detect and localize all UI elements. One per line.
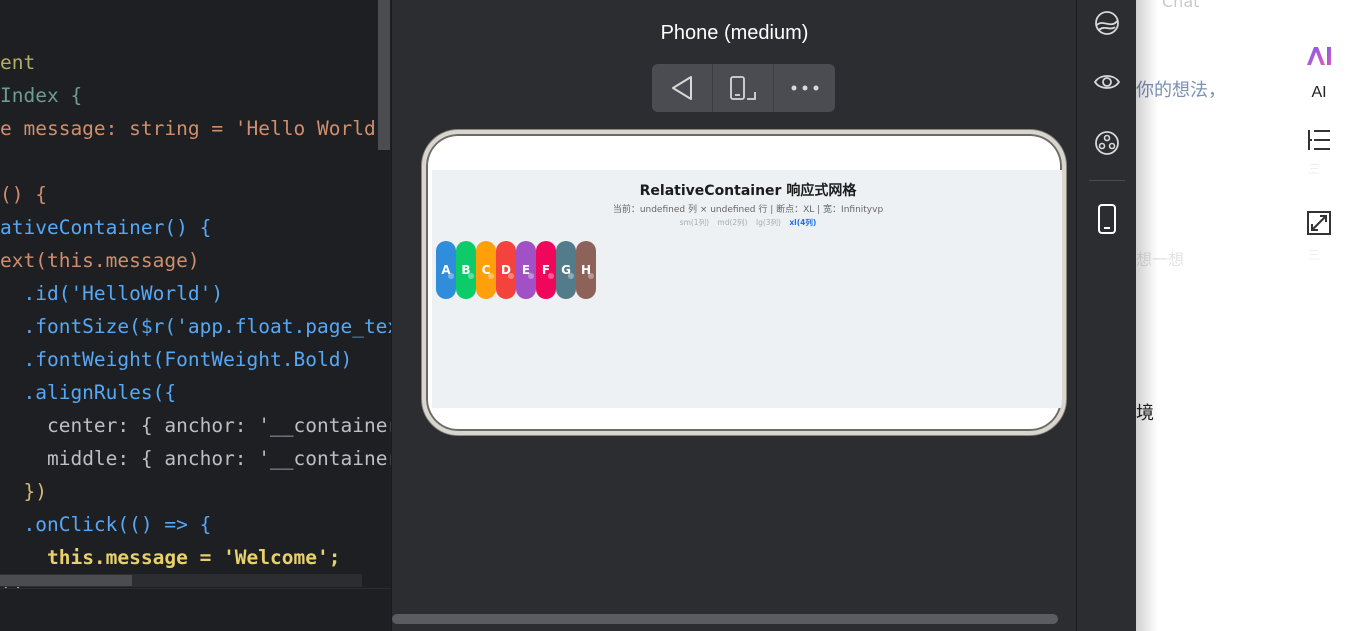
- phone-preview-button[interactable]: [1090, 202, 1124, 236]
- grid-item-a[interactable]: A: [436, 241, 456, 299]
- breakpoint-xl: xl(4列): [789, 218, 817, 227]
- grid-item-f[interactable]: F: [536, 241, 556, 299]
- code-line-4[interactable]: [0, 145, 391, 178]
- agent-icon: [1095, 131, 1119, 155]
- right-tool-strip: [1076, 0, 1136, 631]
- grid-item-dot: [508, 273, 514, 279]
- phone-frame: RelativeContainer 响应式网格 当前：undefined 列 ×…: [422, 130, 1066, 435]
- code-line-2[interactable]: Index {: [0, 79, 391, 112]
- code-line-9[interactable]: .fontSize($r('app.float.page_tex: [0, 310, 391, 343]
- code-line-3[interactable]: e message: string = 'Hello World': [0, 112, 391, 145]
- grid-item-dot: [548, 273, 554, 279]
- code-line-10[interactable]: .fontWeight(FontWeight.Bold): [0, 343, 391, 376]
- grid-item-g[interactable]: G: [556, 241, 576, 299]
- grid-item-d[interactable]: D: [496, 241, 516, 299]
- grid-item-dot: [588, 273, 594, 279]
- grid-item-dot: [468, 273, 474, 279]
- breakpoint-md: md(2列): [717, 218, 748, 227]
- code-line-1[interactable]: ent: [0, 46, 391, 79]
- ai-logo-icon: [1307, 47, 1331, 65]
- ai-button-label[interactable]: AI: [1299, 84, 1339, 102]
- rotate-device-icon: [730, 76, 756, 100]
- app-title: RelativeContainer 响应式网格: [639, 183, 857, 199]
- code-editor[interactable]: ent Index { e message: string = 'Hello W…: [0, 0, 391, 631]
- previewer-horizontal-scrollbar[interactable]: [392, 614, 1058, 624]
- code-lines[interactable]: ent Index { e message: string = 'Hello W…: [0, 46, 391, 607]
- rotate-device-button[interactable]: [713, 64, 774, 112]
- ai-chat-panel: Chat 你的想法， 想一想 境 AI 三 三: [1136, 0, 1354, 631]
- tool-strip-separator: [1089, 180, 1125, 181]
- editor-vertical-scrollbar[interactable]: [378, 0, 390, 150]
- expand-icon[interactable]: [1306, 210, 1332, 236]
- more-dots-icon: [791, 85, 818, 91]
- editor-bottom-bar: [0, 588, 391, 631]
- chat-hint-1: 三: [1308, 162, 1321, 176]
- triangle-back-icon: [672, 76, 692, 100]
- chat-header-text: Chat: [1162, 0, 1200, 11]
- grid-item-dot: [448, 273, 454, 279]
- previewer-panel: Phone (medium) RelativeContainer 响应式网格 当…: [391, 0, 1076, 631]
- code-line-5[interactable]: () {: [0, 178, 391, 211]
- breakpoint-sm: sm(1列): [679, 218, 709, 227]
- code-line-8[interactable]: .id('HelloWorld'): [0, 277, 391, 310]
- code-line-11[interactable]: .alignRules({: [0, 376, 391, 409]
- code-line-7[interactable]: ext(this.message): [0, 244, 391, 277]
- grid-item-b[interactable]: B: [456, 241, 476, 299]
- eye-icon: [1093, 75, 1121, 89]
- grid-item-e[interactable]: E: [516, 241, 536, 299]
- list-icon[interactable]: [1306, 127, 1332, 153]
- phone-screen[interactable]: RelativeContainer 响应式网格 当前：undefined 列 ×…: [432, 170, 1062, 408]
- back-button[interactable]: [652, 64, 713, 112]
- grid-items: ABCDEFGH: [436, 241, 596, 299]
- more-button[interactable]: [774, 64, 835, 112]
- chat-hint-2: 三: [1308, 248, 1321, 262]
- orbit-button[interactable]: [1090, 6, 1124, 40]
- editor-horizontal-scrollbar[interactable]: [0, 575, 132, 586]
- code-line-12[interactable]: center: { anchor: '__container: [0, 409, 391, 442]
- code-line-15[interactable]: .onClick(() => {: [0, 508, 391, 541]
- breakpoint-lg: lg(3列): [755, 218, 781, 227]
- code-line-13[interactable]: middle: { anchor: '__container: [0, 442, 391, 475]
- code-line-16[interactable]: this.message = 'Welcome';: [0, 541, 391, 574]
- grid-item-dot: [488, 273, 494, 279]
- grid-item-dot: [568, 273, 574, 279]
- code-line-14[interactable]: }): [0, 475, 391, 508]
- agent-button[interactable]: [1090, 126, 1124, 160]
- grid-item-c[interactable]: C: [476, 241, 496, 299]
- inspect-button[interactable]: [1090, 65, 1124, 99]
- code-line-6[interactable]: ativeContainer() {: [0, 211, 391, 244]
- grid-item-h[interactable]: H: [576, 241, 596, 299]
- device-title: Phone (medium): [660, 22, 809, 44]
- chat-panel-shadow: [1136, 0, 1158, 631]
- breakpoint-labels: sm(1列) md(2列) lg(3列) xl(4列): [432, 217, 1062, 228]
- previewer-toolbar: [652, 64, 835, 112]
- phone-preview-icon: [1098, 204, 1116, 234]
- orbit-icon: [1095, 11, 1119, 35]
- app-status-line: 当前：undefined 列 × undefined 行 | 断点：XL | 宽…: [612, 205, 884, 215]
- grid-item-dot: [528, 273, 534, 279]
